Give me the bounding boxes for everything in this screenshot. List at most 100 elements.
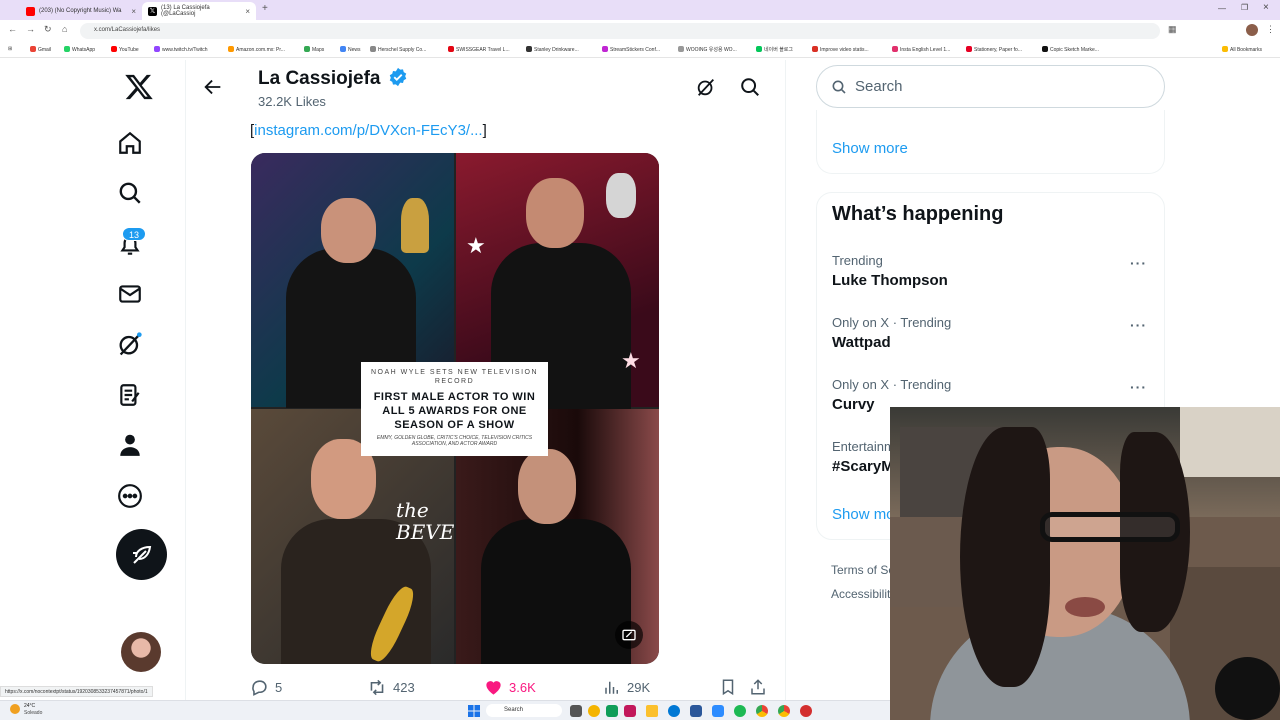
more-options-icon[interactable]: ··· xyxy=(1130,379,1147,395)
bookmark-item[interactable]: WhatsApp xyxy=(64,46,95,53)
x-logo-icon[interactable] xyxy=(124,72,154,102)
taskbar-app-icon[interactable] xyxy=(606,705,618,717)
more-options-icon[interactable]: ··· xyxy=(1130,255,1147,271)
new-tab-icon[interactable]: + xyxy=(262,3,268,14)
bookmark-item[interactable]: 네이버 블로그 xyxy=(756,46,793,53)
bookmark-item[interactable]: StreamStickers Conf... xyxy=(602,46,660,53)
search-icon xyxy=(832,80,846,94)
show-more-link[interactable]: Show more xyxy=(832,140,908,157)
post-link[interactable]: [instagram.com/p/DVXcn-FEcY3/...] xyxy=(250,122,487,139)
taskbar-app-icon[interactable] xyxy=(570,705,582,717)
chrome-icon[interactable] xyxy=(756,705,768,717)
profile-avatar-icon[interactable] xyxy=(1246,24,1258,36)
maximize-icon[interactable]: ❐ xyxy=(1241,3,1248,12)
account-avatar[interactable] xyxy=(121,632,161,672)
taskbar: 24°C Soleado Search xyxy=(0,700,890,720)
address-bar-row: ← → ↻ ⌂ x.com/LaCassiojefa/likes ▦ ⋮ xyxy=(0,20,1280,42)
bookmark-item[interactable]: www.twitch.tv/Twitch xyxy=(154,46,208,53)
back-icon[interactable]: ← xyxy=(8,24,17,34)
image-caption-overlay: NOAH WYLE SETS NEW TELEVISION RECORD FIR… xyxy=(361,362,548,456)
footer-link[interactable]: Accessibilit xyxy=(831,587,890,601)
x-logo-icon: 𝕏 xyxy=(148,6,157,16)
close-tab-icon[interactable]: × xyxy=(245,7,250,16)
footer-link[interactable]: Terms of Se xyxy=(831,563,895,577)
bookmark-item[interactable]: News xyxy=(340,46,361,53)
reply-icon xyxy=(252,680,267,696)
chrome-icon[interactable] xyxy=(778,705,790,717)
edge-icon[interactable] xyxy=(668,705,680,717)
bookmark-item[interactable]: Improve video statis... xyxy=(812,46,869,53)
browser-tab[interactable]: (203) (No Copyright Music) Wa × xyxy=(20,2,142,20)
repost-button[interactable]: 423 xyxy=(367,678,415,697)
image-edit-button[interactable] xyxy=(615,621,643,649)
bookmark-item[interactable]: YouTube xyxy=(111,46,139,53)
close-tab-icon[interactable]: × xyxy=(131,7,136,16)
repost-icon xyxy=(370,679,384,696)
views-button[interactable]: 29K xyxy=(603,678,650,696)
taskbar-app-icon[interactable] xyxy=(588,705,600,717)
search-input[interactable]: Search xyxy=(816,65,1165,108)
heart-icon xyxy=(486,681,501,695)
taskbar-app-icon[interactable] xyxy=(690,705,702,717)
menu-icon[interactable]: ⋮ xyxy=(1266,24,1275,35)
reload-icon[interactable]: ↻ xyxy=(44,24,52,35)
grok-icon[interactable] xyxy=(115,329,145,359)
likes-count: 32.2K Likes xyxy=(258,94,326,109)
browser-tab-active[interactable]: 𝕏 (13) La Cassiojefa (@LaCassioj × xyxy=(142,2,256,20)
like-button[interactable]: 3.6K xyxy=(484,678,536,697)
lists-icon[interactable] xyxy=(115,380,145,410)
minimize-icon[interactable]: — xyxy=(1218,4,1226,13)
home-icon[interactable] xyxy=(115,128,145,158)
home-icon[interactable]: ⌂ xyxy=(62,24,67,34)
search-icon[interactable] xyxy=(739,76,761,103)
extensions-icon[interactable]: ▦ xyxy=(1168,24,1177,35)
weather-text: Soleado xyxy=(24,710,43,716)
grok-analyze-icon[interactable] xyxy=(695,76,717,103)
bookmark-item[interactable]: Copic Sketch Marke... xyxy=(1042,46,1099,53)
apps-icon[interactable]: ⊞ xyxy=(8,46,12,52)
close-window-icon[interactable]: × xyxy=(1263,2,1269,13)
verified-badge-icon xyxy=(389,67,407,87)
windows-start-icon[interactable] xyxy=(468,704,480,717)
weather-temp: 24°C xyxy=(24,703,36,709)
show-more-link[interactable]: Show mo xyxy=(832,506,895,523)
feather-icon xyxy=(132,545,151,564)
bookmark-item[interactable]: WOOING 유성용 WO... xyxy=(678,46,737,53)
views-icon xyxy=(605,681,618,694)
zoom-icon[interactable] xyxy=(712,705,724,717)
bookmark-item[interactable]: Herschel Supply Co... xyxy=(370,46,426,53)
reply-button[interactable]: 5 xyxy=(250,678,282,697)
weather-icon xyxy=(10,704,20,714)
bookmark-item[interactable]: Stationery, Paper fo... xyxy=(966,46,1022,53)
bookmarks-bar: ⊞ Gmail WhatsApp YouTube www.twitch.tv/T… xyxy=(0,42,1280,58)
all-bookmarks[interactable]: All Bookmarks xyxy=(1222,46,1262,53)
bookmark-icon[interactable] xyxy=(719,678,737,701)
taskbar-app-icon[interactable] xyxy=(800,705,812,717)
sign-text: the BEVE xyxy=(396,498,455,544)
explore-icon[interactable] xyxy=(115,178,145,208)
messages-icon[interactable] xyxy=(115,279,145,309)
bookmark-item[interactable]: Amazon.com.mx: Pr... xyxy=(228,46,285,53)
bookmark-item[interactable]: Maps xyxy=(304,46,324,53)
share-icon[interactable] xyxy=(749,678,767,701)
folder-icon[interactable] xyxy=(646,705,658,717)
notification-badge: 13 xyxy=(122,227,146,241)
youtube-icon xyxy=(26,6,35,16)
more-icon[interactable] xyxy=(115,481,145,511)
bookmark-item[interactable]: Gmail xyxy=(30,46,51,53)
bookmark-item[interactable]: SWISSGEAR Travel L... xyxy=(448,46,510,53)
status-bar-url: https://x.com/nocontextpt/status/1920308… xyxy=(0,686,153,697)
bookmark-item[interactable]: Stanley Drinkware... xyxy=(526,46,579,53)
url-input[interactable]: x.com/LaCassiojefa/likes xyxy=(80,23,1160,39)
bookmark-item[interactable]: Insta English Level 1... xyxy=(892,46,950,53)
taskbar-app-icon[interactable] xyxy=(624,705,636,717)
post-button[interactable] xyxy=(116,529,167,580)
taskbar-search[interactable]: Search xyxy=(486,704,562,717)
forward-icon[interactable]: → xyxy=(26,24,35,34)
back-arrow-icon[interactable] xyxy=(202,76,224,103)
spotify-icon[interactable] xyxy=(734,705,746,717)
more-options-icon[interactable]: ··· xyxy=(1130,317,1147,333)
profile-icon[interactable] xyxy=(115,430,145,460)
whats-happening-heading: What’s happening xyxy=(832,203,1004,225)
browser-tab-bar: (203) (No Copyright Music) Wa × 𝕏 (13) L… xyxy=(0,0,1280,20)
